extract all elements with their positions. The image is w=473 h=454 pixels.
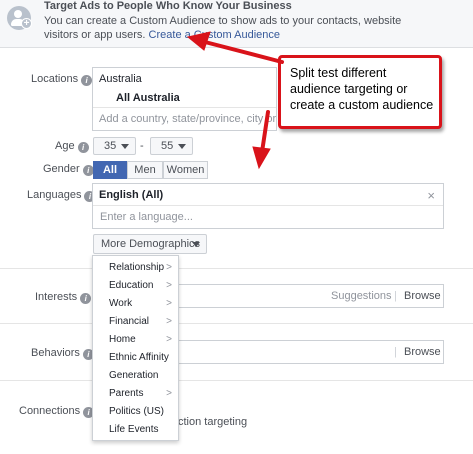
- close-icon[interactable]: ×: [427, 188, 435, 203]
- language-selected: English (All): [99, 189, 164, 201]
- age-max-select[interactable]: 55: [150, 137, 193, 155]
- menu-item-label: Work: [109, 298, 133, 309]
- suggestions-link[interactable]: Suggestions: [331, 290, 392, 302]
- more-demographics-button[interactable]: More Demographics: [93, 234, 207, 254]
- menu-item-parents[interactable]: Parents >: [93, 385, 178, 403]
- behaviors-label-text: Behaviors: [31, 347, 80, 359]
- chevron-right-icon: >: [166, 388, 172, 399]
- more-demographics-label: More Demographics: [101, 238, 201, 250]
- age-label-text: Age: [55, 140, 75, 152]
- menu-item-label: Ethnic Affinity: [109, 352, 169, 363]
- menu-item-life-events[interactable]: Life Events: [93, 421, 178, 439]
- menu-item-education[interactable]: Education >: [93, 277, 178, 295]
- gender-label-text: Gender: [43, 163, 80, 175]
- annotation-callout: Split test different audience targeting …: [278, 55, 442, 129]
- connections-partial-text: ction targeting: [178, 416, 248, 428]
- location-selected: All Australia: [116, 92, 180, 104]
- locations-label-text: Locations: [31, 73, 79, 85]
- menu-item-label: Financial: [109, 316, 150, 327]
- people-plus-icon: +: [7, 6, 32, 30]
- more-demographics-menu: Relationship > Education > Work > Financial…: [92, 255, 179, 441]
- chevron-down-icon: [192, 242, 200, 247]
- age-label: Age i: [55, 140, 89, 153]
- info-icon[interactable]: i: [77, 142, 89, 153]
- chevron-right-icon: >: [166, 262, 172, 273]
- menu-item-label: Generation: [109, 370, 159, 381]
- gender-men-button[interactable]: Men: [127, 161, 163, 179]
- menu-item-home[interactable]: Home >: [93, 331, 178, 349]
- chevron-right-icon: >: [166, 280, 172, 291]
- behaviors-label: Behaviors i: [31, 347, 94, 360]
- menu-item-label: Home: [109, 334, 136, 345]
- menu-item-label: Education: [109, 280, 154, 291]
- age-separator: -: [140, 140, 144, 152]
- locations-box: Australia All Australia Add a country, s…: [92, 67, 296, 131]
- chevron-down-icon: [178, 144, 186, 149]
- location-input[interactable]: Add a country, state/province, city or Z…: [99, 113, 296, 125]
- chevron-right-icon: >: [166, 298, 172, 309]
- languages-box: English (All) × Enter a language...: [92, 183, 444, 229]
- languages-label: Languages i: [27, 189, 96, 202]
- gender-women-button[interactable]: Women: [163, 161, 208, 179]
- menu-item-relationship[interactable]: Relationship >: [93, 259, 178, 277]
- banner-text: You can create a Custom Audience to show…: [44, 14, 414, 42]
- info-icon[interactable]: i: [80, 293, 92, 304]
- chevron-right-icon: >: [166, 316, 172, 327]
- menu-item-label: Parents: [109, 388, 144, 399]
- interests-label: Interests i: [35, 291, 92, 304]
- behaviors-separator: |: [394, 346, 397, 358]
- menu-item-generation[interactable]: Generation: [93, 367, 178, 385]
- behaviors-browse-link[interactable]: Browse: [404, 346, 441, 358]
- menu-item-label: Relationship: [109, 262, 165, 273]
- menu-item-politics[interactable]: Politics (US): [93, 403, 178, 421]
- chevron-down-icon: [121, 144, 129, 149]
- menu-item-work[interactable]: Work >: [93, 295, 178, 313]
- menu-item-label: Politics (US): [109, 406, 165, 417]
- interests-separator: |: [394, 290, 397, 302]
- banner-title: Target Ads to People Who Know Your Busin…: [44, 0, 292, 12]
- info-icon[interactable]: i: [81, 75, 93, 86]
- interests-label-text: Interests: [35, 291, 78, 303]
- menu-item-financial[interactable]: Financial >: [93, 313, 178, 331]
- age-min-select[interactable]: 35: [93, 137, 136, 155]
- menu-item-ethnic-affinity[interactable]: Ethnic Affinity: [93, 349, 178, 367]
- age-max-value: 55: [161, 140, 174, 152]
- location-country: Australia: [99, 73, 142, 85]
- custom-audience-banner: + Target Ads to People Who Know Your Bus…: [0, 0, 473, 48]
- age-min-value: 35: [104, 140, 117, 152]
- create-custom-audience-link[interactable]: Create a Custom Audience: [149, 29, 280, 41]
- callout-text: Split test different audience targeting …: [290, 66, 434, 112]
- languages-label-text: Languages: [27, 189, 82, 201]
- language-input[interactable]: Enter a language...: [100, 211, 193, 223]
- connections-label: Connections i: [19, 405, 95, 418]
- gender-all-button[interactable]: All: [93, 161, 127, 179]
- chevron-right-icon: >: [166, 334, 172, 345]
- locations-label: Locations i: [31, 73, 93, 86]
- menu-item-label: Life Events: [109, 424, 159, 435]
- connections-label-text: Connections: [19, 405, 81, 417]
- gender-label: Gender i: [43, 163, 94, 176]
- interests-browse-link[interactable]: Browse: [404, 290, 441, 302]
